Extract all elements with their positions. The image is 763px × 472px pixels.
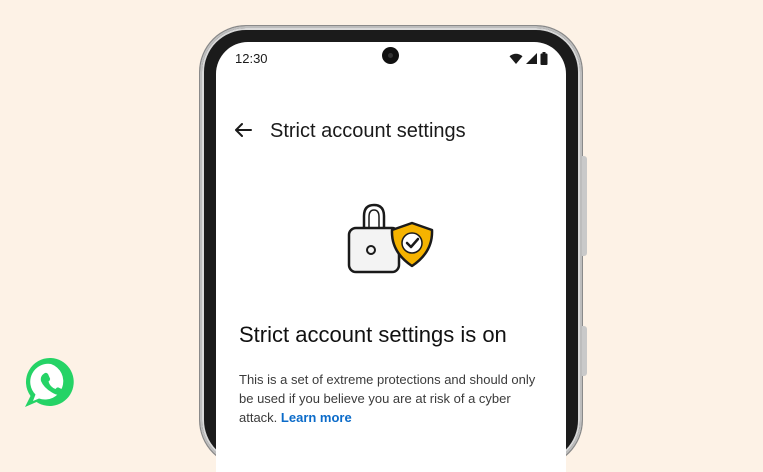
status-icons: [509, 52, 548, 65]
whatsapp-logo-icon: [25, 357, 74, 407]
status-time: 12:30: [235, 51, 268, 66]
headline: Strict account settings is on: [239, 322, 507, 347]
power-button: [582, 326, 587, 376]
back-arrow-icon[interactable]: [232, 119, 254, 141]
front-camera: [382, 47, 399, 64]
hero-illustration: [347, 203, 434, 274]
wifi-icon: [509, 53, 523, 64]
signal-icon: [526, 53, 537, 64]
status-bar: 12:30: [216, 42, 566, 76]
phone-frame: 12:30 Strict account settings Strict acc…: [200, 26, 587, 472]
app-bar-title: Strict account settings: [270, 120, 466, 142]
phone-screen: 12:30 Strict account settings Strict acc…: [216, 42, 566, 472]
app-bar: Strict account settings: [216, 102, 566, 142]
battery-icon: [540, 52, 548, 65]
description: This is a set of extreme protections and…: [239, 370, 549, 427]
volume-button: [582, 156, 587, 256]
learn-more-link[interactable]: Learn more: [281, 410, 352, 425]
